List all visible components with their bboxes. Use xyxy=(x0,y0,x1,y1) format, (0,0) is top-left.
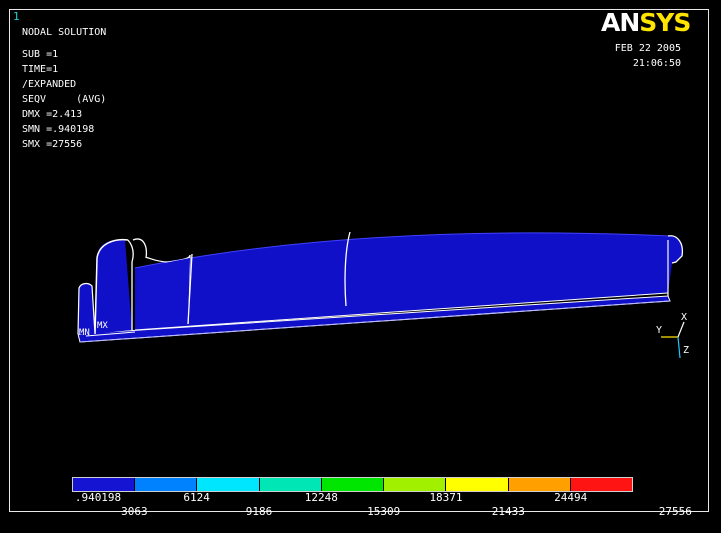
legend-value-top: 24494 xyxy=(554,491,588,504)
legend-color-cell xyxy=(508,478,571,491)
legend-value-bottom: 15309 xyxy=(367,505,401,518)
legend-color-cell xyxy=(73,478,136,491)
legend-value-top: .940198 xyxy=(74,491,122,504)
legend-value-bottom: 27556 xyxy=(658,505,692,518)
triad-x-axis xyxy=(677,321,685,338)
graphics-viewport[interactable]: 1 NODAL SOLUTION SUB =1 TIME=1 /EXPANDED… xyxy=(0,0,721,533)
triad-y-label: Y xyxy=(656,325,663,336)
legend-color-cell xyxy=(384,478,447,491)
contour-legend-bar xyxy=(72,477,633,492)
legend-value-bottom: 9186 xyxy=(245,505,273,518)
triad-x-label: X xyxy=(681,312,688,323)
legend-value-top: 12248 xyxy=(304,491,338,504)
legend-color-cell xyxy=(197,478,260,491)
legend-color-cell xyxy=(135,478,198,491)
legend-color-cell xyxy=(570,478,632,491)
triad-z-label: Z xyxy=(683,345,690,356)
legend-value-bottom: 21433 xyxy=(491,505,525,518)
legend-value-top: 6124 xyxy=(183,491,210,504)
legend-value-bottom: 3063 xyxy=(121,505,148,518)
triad-z-axis xyxy=(677,336,681,359)
coordinate-triad xyxy=(661,321,685,359)
legend-color-cell xyxy=(259,478,322,491)
legend-color-cell xyxy=(446,478,509,491)
legend-color-cell xyxy=(321,478,385,491)
legend-value-top: 18371 xyxy=(429,491,463,504)
